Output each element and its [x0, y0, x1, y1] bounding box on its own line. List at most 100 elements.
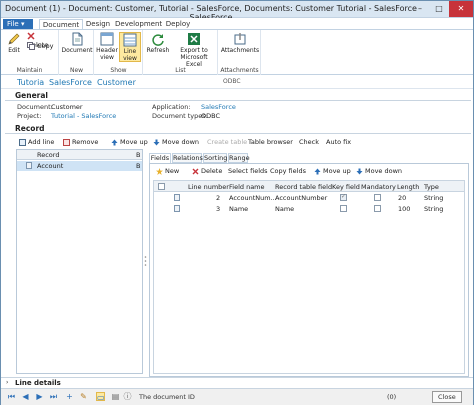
mandatory-checkbox[interactable] [374, 205, 381, 212]
splitter-grip-icon [144, 256, 147, 266]
col-record-table-field[interactable]: Record table field [275, 183, 332, 191]
new-document-label: Document [61, 47, 93, 54]
record-heading: Record [15, 124, 45, 133]
notification-count[interactable]: (0) [387, 393, 396, 401]
view-toggle-icon[interactable]: ▭ [96, 392, 105, 402]
record-move-down-label: Move down [162, 138, 200, 146]
record-move-up-button[interactable]: Move up [111, 138, 148, 146]
document-types-label: Document types: [152, 112, 208, 120]
delete-field-button[interactable]: Delete [192, 167, 222, 175]
subtab-relations[interactable]: Relations [172, 153, 203, 163]
create-table-button[interactable]: Create table [207, 138, 247, 146]
fields-subtab-strip: Fields Relations Sorting Range [149, 153, 469, 163]
remove-label: Remove [72, 138, 99, 146]
col-length[interactable]: Length [397, 183, 419, 191]
field-type[interactable]: String [424, 194, 443, 202]
new-field-button[interactable]: New [156, 167, 179, 175]
field-type[interactable]: String [424, 205, 443, 213]
new-document-button[interactable]: Document [61, 32, 93, 54]
copy-label: Copy [37, 42, 54, 50]
list-group-label: List [175, 67, 186, 74]
field-length[interactable]: 100 [398, 205, 410, 213]
check-button[interactable]: Check [299, 138, 319, 146]
document-types-value: ODBC [201, 112, 221, 120]
project-link[interactable]: Tutorial - SalesForce [51, 112, 116, 120]
field-move-up-button[interactable]: Move up [314, 167, 351, 175]
record-toolbar: Add line Remove Move up Move down Create… [19, 138, 469, 148]
col-key-field[interactable]: Key field [332, 183, 360, 191]
field-row[interactable]: 3 Name Name 100 String [154, 204, 464, 214]
record-move-down-button[interactable]: Move down [153, 138, 199, 146]
field-name[interactable]: Name [229, 205, 248, 213]
line-details-section[interactable]: › Line details [1, 377, 473, 388]
field-row-icon [174, 205, 180, 212]
attachments-button[interactable]: Attachments [220, 32, 260, 54]
previous-record-icon[interactable]: ◀ [21, 392, 30, 401]
ribbon-group-attachments: Attachments Attachments [219, 30, 261, 75]
field-move-down-button[interactable]: Move down [356, 167, 402, 175]
refresh-button[interactable]: Refresh [146, 32, 170, 54]
remove-button[interactable]: Remove [63, 138, 98, 146]
delete-x-icon [27, 32, 35, 40]
field-name[interactable]: AccountNum... [229, 194, 277, 202]
key-field-checkbox[interactable] [340, 193, 347, 201]
key-field-checkbox[interactable] [340, 205, 347, 212]
mandatory-checkbox[interactable] [374, 194, 381, 201]
first-record-icon[interactable]: ⏮ [7, 392, 16, 401]
refresh-label: Refresh [146, 47, 170, 54]
copy-button[interactable]: Copy [27, 42, 54, 51]
close-button[interactable]: Close [432, 391, 462, 403]
col-type[interactable]: Type [424, 183, 439, 191]
next-record-icon[interactable]: ▶ [35, 392, 44, 401]
info-icon: ⓘ [123, 392, 132, 401]
last-record-icon[interactable]: ⏭ [49, 392, 58, 401]
b-column-header[interactable]: B [136, 151, 140, 159]
add-line-button[interactable]: Add line [19, 138, 54, 146]
breadcrumb-item-tutorial[interactable]: Tutoria [17, 78, 44, 87]
application-window: Document (1) - Document: Customer, Tutor… [0, 0, 474, 405]
copy-fields-button[interactable]: Copy fields [270, 167, 306, 175]
ribbon: Edit Delete Copy Maintain Document New H… [1, 29, 473, 75]
field-length[interactable]: 20 [398, 194, 406, 202]
line-view-button[interactable]: Line view [119, 32, 141, 62]
breadcrumb-document-type: ODBC [223, 78, 241, 85]
subtab-sorting[interactable]: Sorting [203, 153, 227, 163]
field-record-table-field[interactable]: Name [275, 205, 294, 213]
col-mandatory[interactable]: Mandatory [361, 183, 396, 191]
delete-button[interactable]: Delete [27, 32, 58, 49]
select-fields-button[interactable]: Select fields [228, 167, 268, 175]
new-record-icon[interactable]: + [65, 392, 74, 401]
minimize-button[interactable]: – [411, 1, 429, 17]
export-excel-button[interactable]: Export to Microsoft Excel [172, 32, 216, 68]
col-field-name[interactable]: Field name [229, 183, 265, 191]
auto-fix-button[interactable]: Auto fix [326, 138, 351, 146]
header-view-button[interactable]: Header view [96, 32, 118, 61]
status-bar: ⏮ ◀ ▶ ⏭ + ✎ ▭ ▤ ⓘ The document ID (0) Cl… [1, 388, 473, 405]
table-browser-button[interactable]: Table browser [248, 138, 293, 146]
export-excel-label: Export to Microsoft Excel [180, 47, 208, 68]
subtab-range[interactable]: Range [228, 153, 250, 163]
edit-button[interactable]: Edit [4, 32, 24, 54]
breadcrumb-item-customer[interactable]: Customer [97, 78, 136, 87]
field-record-table-field[interactable]: AccountNumber [275, 194, 327, 202]
application-link[interactable]: SalesForce [201, 103, 236, 111]
arrow-down-icon [356, 168, 363, 174]
fields-panel: New Delete Select fields Copy fields Mov… [149, 163, 469, 377]
close-window-button[interactable]: ✕ [449, 1, 473, 17]
arrow-up-icon [111, 139, 118, 145]
breadcrumb-item-salesforce[interactable]: SalesForce [49, 78, 92, 87]
record-column-header[interactable]: Record [37, 151, 59, 159]
subtab-fields[interactable]: Fields [149, 153, 171, 163]
maximize-button[interactable]: □ [430, 1, 448, 17]
ribbon-group-list: Refresh Export to Microsoft Excel List [144, 30, 218, 75]
line-view-icon [123, 33, 137, 47]
field-row[interactable]: 2 AccountNum... AccountNumber 20 String [154, 193, 464, 203]
edit-record-icon[interactable]: ✎ [79, 392, 88, 401]
document-view-icon[interactable]: ▤ [111, 392, 120, 401]
new-field-label: New [165, 167, 180, 175]
breadcrumb: Tutoria SalesForce Customer ODBC [1, 75, 473, 89]
select-all-checkbox[interactable] [158, 183, 165, 190]
col-line-number[interactable]: Line number [188, 183, 229, 191]
pane-splitter[interactable] [144, 149, 147, 374]
record-row-account[interactable]: Account B [17, 161, 142, 171]
